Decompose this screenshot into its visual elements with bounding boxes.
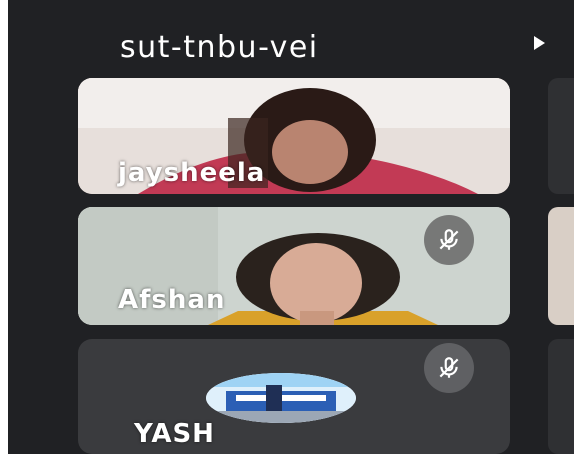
participant-name: jaysheela <box>118 158 266 188</box>
expand-arrow-icon[interactable] <box>534 36 545 50</box>
avatar-photo <box>206 373 356 423</box>
participant-tile-partial[interactable] <box>548 207 574 325</box>
mic-off-icon <box>439 229 459 250</box>
mic-off-icon <box>439 357 459 378</box>
participant-name: Afshan <box>118 285 226 315</box>
meeting-code-title[interactable]: sut-tnbu-vei <box>120 30 319 65</box>
participant-avatar <box>206 373 356 423</box>
participant-name: YASH <box>134 419 215 449</box>
muted-badge <box>424 215 474 265</box>
participant-tile-jaysheela[interactable]: jaysheela <box>78 78 510 194</box>
participant-tile-afshan[interactable]: Afshan <box>78 207 510 325</box>
meeting-screen: sut-tnbu-vei jaysheela Afshan YASH <box>8 0 574 454</box>
participant-tile-yash[interactable]: YASH <box>78 339 510 454</box>
participant-tile-partial[interactable] <box>548 339 574 454</box>
participant-tile-partial[interactable] <box>548 78 574 194</box>
muted-badge <box>424 343 474 393</box>
